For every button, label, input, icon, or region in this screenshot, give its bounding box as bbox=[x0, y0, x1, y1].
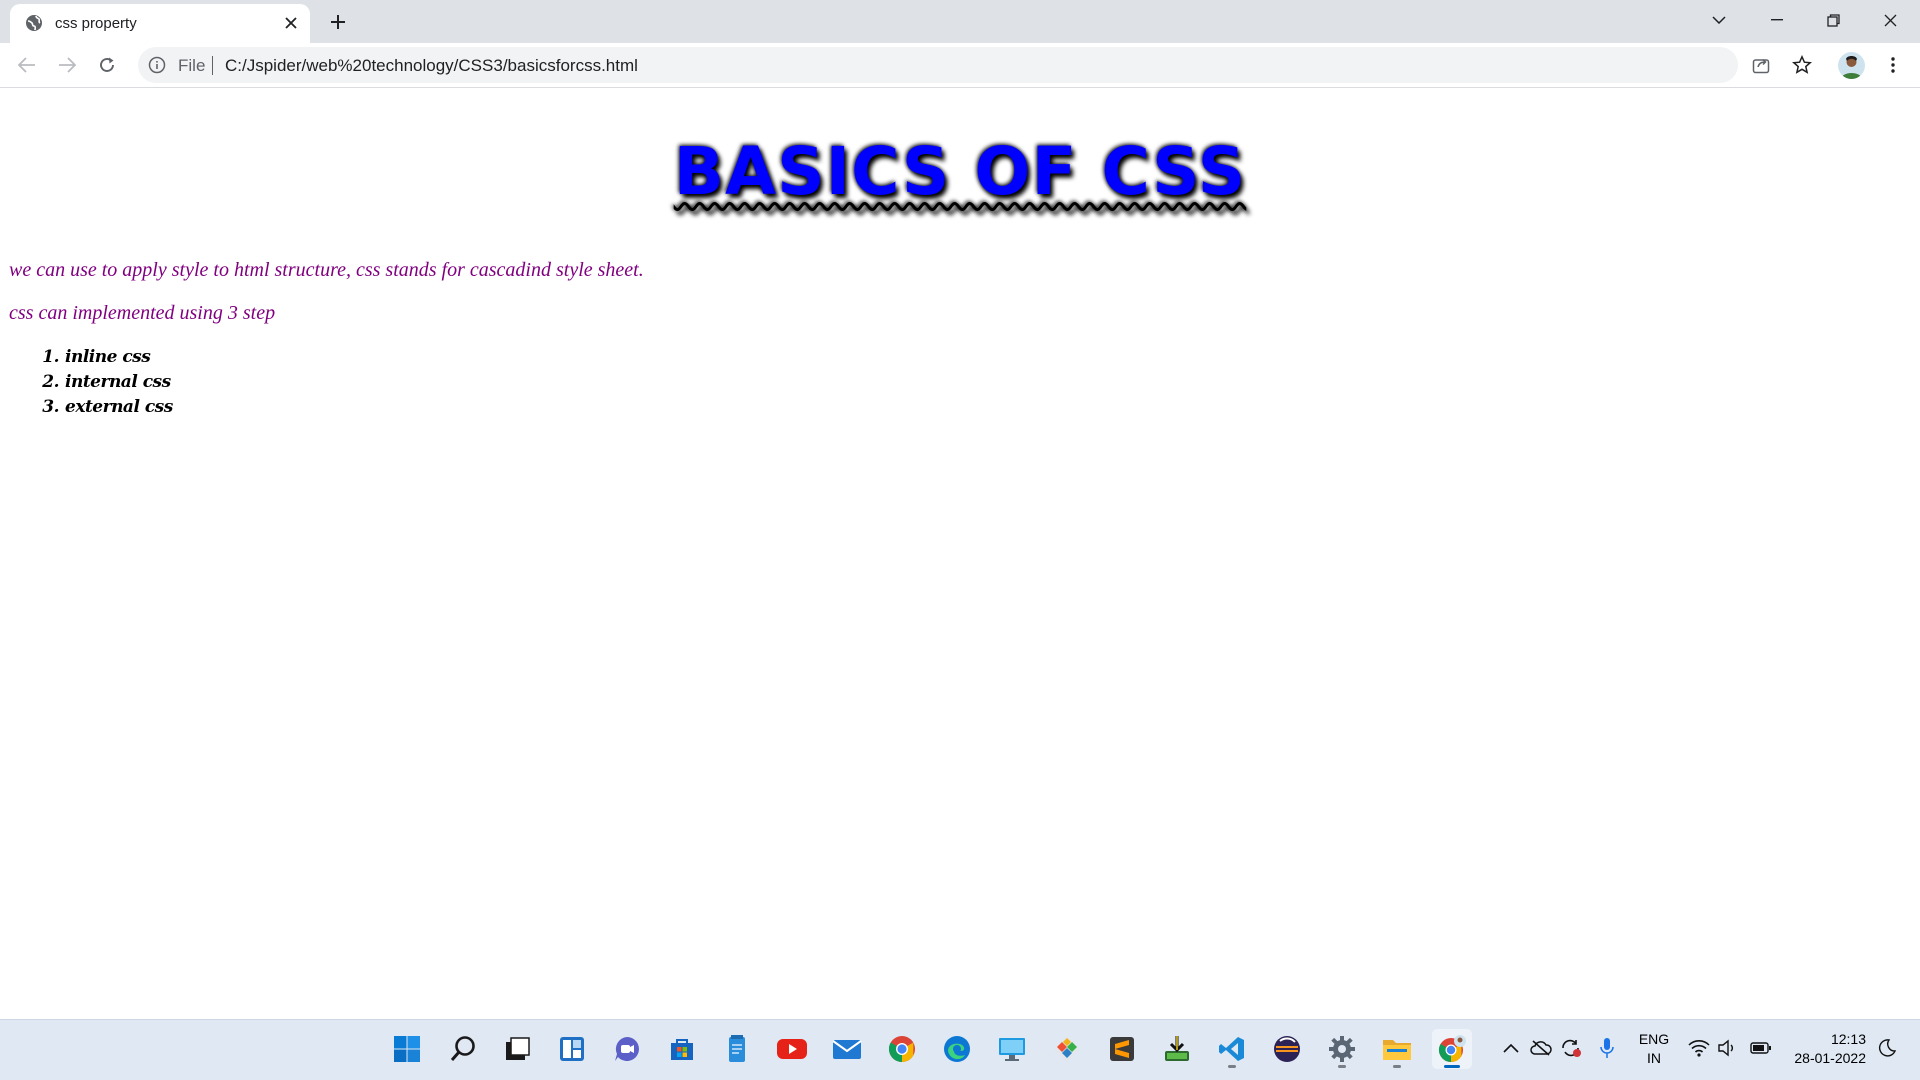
microsoft-store-icon[interactable] bbox=[662, 1029, 702, 1069]
tab-title: css property bbox=[55, 15, 137, 32]
globe-icon bbox=[25, 14, 43, 32]
running-indicator bbox=[1393, 1065, 1401, 1068]
list-item: 1. inline css bbox=[40, 347, 173, 372]
clock-time: 12:13 bbox=[1830, 1031, 1866, 1047]
new-tab-button[interactable] bbox=[324, 8, 352, 36]
language-indicator[interactable]: ENG IN bbox=[1636, 1030, 1672, 1068]
web-page: BASICS OF CSS we can use to apply style … bbox=[0, 89, 1920, 1019]
edge-icon[interactable] bbox=[937, 1029, 977, 1069]
url-text[interactable]: C:/Jspider/web%20technology/CSS3/basicsf… bbox=[225, 56, 638, 76]
profile-avatar[interactable] bbox=[1838, 52, 1865, 79]
show-hidden-icons-chevron-icon[interactable] bbox=[1498, 1035, 1524, 1061]
file-explorer-icon[interactable] bbox=[1377, 1029, 1417, 1069]
task-view-icon[interactable] bbox=[497, 1029, 537, 1069]
volume-icon[interactable] bbox=[1714, 1035, 1740, 1061]
menu-kebab-icon[interactable] bbox=[1882, 54, 1904, 76]
clock[interactable]: 12:13 28-01-2022 bbox=[1786, 1030, 1866, 1068]
widgets-icon[interactable] bbox=[552, 1029, 592, 1069]
minimize-icon[interactable] bbox=[1748, 0, 1805, 40]
list-item: 2. internal css bbox=[40, 372, 173, 397]
list-item: 3. external css bbox=[40, 397, 173, 422]
page-heading: BASICS OF CSS bbox=[673, 133, 1247, 210]
settings-gear-icon[interactable] bbox=[1322, 1029, 1362, 1069]
close-tab-icon[interactable] bbox=[280, 12, 302, 34]
youtube-icon[interactable] bbox=[772, 1029, 812, 1069]
microphone-icon[interactable] bbox=[1594, 1035, 1620, 1061]
list-item-number: 3. bbox=[42, 397, 59, 417]
url-separator bbox=[212, 56, 213, 75]
chat-icon[interactable] bbox=[607, 1029, 647, 1069]
bookmark-star-icon[interactable] bbox=[1791, 54, 1813, 76]
installer-icon[interactable] bbox=[1157, 1029, 1197, 1069]
back-icon[interactable] bbox=[11, 49, 43, 81]
css-steps-list: 1. inline css 2. internal css 3. external c… bbox=[40, 347, 173, 422]
sublime-text-icon[interactable] bbox=[1102, 1029, 1142, 1069]
running-indicator bbox=[1338, 1065, 1346, 1068]
list-item-label: internal css bbox=[65, 372, 171, 392]
list-item-label: external css bbox=[65, 397, 173, 417]
vs-code-icon[interactable] bbox=[1212, 1029, 1252, 1069]
mail-icon[interactable] bbox=[827, 1029, 867, 1069]
intro-paragraph: we can use to apply style to html struct… bbox=[9, 259, 644, 281]
start-button-icon[interactable] bbox=[387, 1029, 427, 1069]
share-page-icon[interactable] bbox=[1750, 54, 1772, 76]
steps-intro-paragraph: css can implemented using 3 step bbox=[9, 302, 276, 324]
focus-assist-moon-icon[interactable] bbox=[1874, 1035, 1900, 1061]
active-indicator bbox=[1444, 1065, 1460, 1068]
language-code: ENG bbox=[1638, 1031, 1670, 1047]
url-scheme-label: File bbox=[178, 56, 206, 75]
restore-icon[interactable] bbox=[1805, 0, 1862, 40]
tab-search-icon[interactable] bbox=[1690, 0, 1747, 40]
address-bar[interactable]: File C:/Jspider/web%20technology/CSS3/ba… bbox=[138, 47, 1738, 83]
remote-desktop-icon[interactable] bbox=[992, 1029, 1032, 1069]
tab-strip: css property bbox=[0, 0, 1920, 43]
git-icon[interactable] bbox=[1047, 1029, 1087, 1069]
windows-taskbar: ENG IN 12:13 28-01-2022 bbox=[0, 1019, 1920, 1080]
eclipse-icon[interactable] bbox=[1267, 1029, 1307, 1069]
site-info-icon[interactable] bbox=[148, 56, 166, 74]
chrome-icon[interactable] bbox=[882, 1029, 922, 1069]
clock-date: 28-01-2022 bbox=[1794, 1050, 1866, 1066]
list-item-number: 2. bbox=[42, 372, 59, 392]
browser-tab[interactable]: css property bbox=[10, 4, 310, 43]
forward-icon[interactable] bbox=[51, 49, 83, 81]
list-item-number: 1. bbox=[42, 347, 59, 367]
sync-icon[interactable] bbox=[1558, 1035, 1584, 1061]
search-icon[interactable] bbox=[443, 1029, 483, 1069]
reload-icon[interactable] bbox=[91, 49, 123, 81]
language-region: IN bbox=[1647, 1050, 1661, 1066]
wifi-icon[interactable] bbox=[1686, 1035, 1712, 1061]
browser-toolbar: File C:/Jspider/web%20technology/CSS3/ba… bbox=[0, 43, 1920, 88]
notepad-icon[interactable] bbox=[717, 1029, 757, 1069]
onedrive-cloud-icon[interactable] bbox=[1528, 1035, 1554, 1061]
chrome-profile-icon[interactable] bbox=[1432, 1029, 1472, 1069]
running-indicator bbox=[1228, 1065, 1236, 1068]
list-item-label: inline css bbox=[65, 347, 151, 367]
close-window-icon[interactable] bbox=[1862, 0, 1919, 40]
battery-icon[interactable] bbox=[1748, 1035, 1774, 1061]
